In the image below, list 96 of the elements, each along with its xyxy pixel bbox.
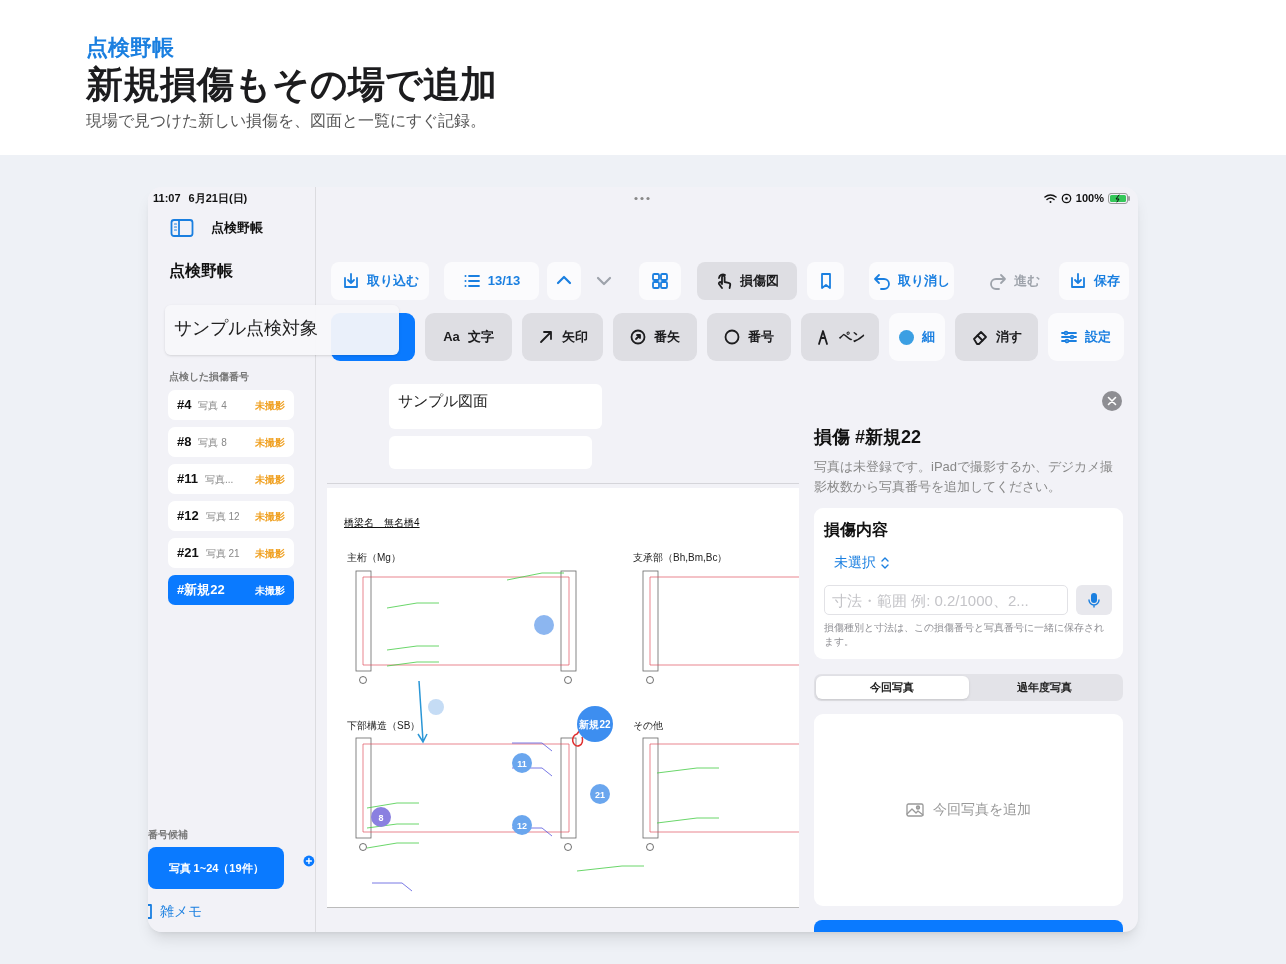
- undo-icon: [873, 272, 891, 290]
- app-title: 点検野帳: [211, 219, 263, 238]
- dimension-input-field[interactable]: 寸法・範囲 例: 0.2/1000、2...: [824, 585, 1068, 615]
- photo-label: 写真 21: [205, 546, 240, 561]
- bridge-name-label: 橋梁名 無名橋4: [344, 517, 420, 528]
- more-dots-icon[interactable]: [633, 195, 651, 201]
- photo-range-button[interactable]: 写真 1~24（19件）: [148, 847, 285, 889]
- section-label: 支承部（Bh,Bm,Bc）: [633, 552, 728, 563]
- sidebar-toggle-icon[interactable]: [170, 218, 194, 238]
- add-photo-button[interactable]: 今回写真を追加: [906, 799, 1031, 821]
- segment-tab[interactable]: 過年度写真: [968, 676, 1121, 699]
- damage-list-item[interactable]: #12 写真 12 未撮影: [168, 501, 294, 531]
- damage-list-item[interactable]: #21 写真 21 未撮影: [168, 538, 294, 568]
- number-marker[interactable]: 11: [512, 753, 532, 773]
- status-label: 未撮影: [255, 472, 285, 487]
- toolbar-button[interactable]: 取り消し: [869, 262, 954, 300]
- sheet-title-card[interactable]: サンプル図面: [389, 384, 602, 429]
- status-label: 未撮影: [255, 398, 285, 413]
- pen-icon: [815, 329, 831, 345]
- status-label: 未撮影: [255, 546, 285, 561]
- arrow-annotation: [417, 680, 428, 744]
- section-label: 下部構造（SB）: [347, 720, 421, 731]
- number-marker[interactable]: 新規22: [577, 706, 613, 742]
- close-button[interactable]: [1102, 391, 1122, 411]
- status-time: 11:07: [153, 190, 181, 206]
- number-marker[interactable]: 21: [590, 784, 610, 804]
- memo-link[interactable]: 雑メモ: [160, 901, 202, 922]
- toolbar-button[interactable]: 取り込む: [331, 262, 429, 300]
- status-date: 6月21日(日): [188, 190, 248, 206]
- damage-number: #21: [177, 544, 199, 563]
- page-subtitle: 現場で見つけた新しい損傷を、図面と一覧にすぐ記録。: [86, 111, 487, 131]
- sidebar-heading: 点検野帳: [168, 261, 234, 281]
- wifi-icon: [1043, 192, 1057, 204]
- help-text: 損傷種別と寸法は、この損傷番号と写真番号に一緒に保存されます。: [824, 621, 1105, 649]
- tool-button[interactable]: Aa 文字: [425, 313, 512, 361]
- microphone-button[interactable]: [1076, 585, 1112, 615]
- toolbar-button[interactable]: 損傷図: [697, 262, 797, 300]
- damage-type-picker[interactable]: 未選択: [834, 552, 890, 573]
- photo-label: 写真 4: [198, 398, 227, 413]
- tool-button[interactable]: 設定: [1048, 313, 1124, 361]
- close-icon: [1107, 396, 1117, 406]
- bookmark-button[interactable]: [807, 262, 844, 300]
- number-marker[interactable]: 8: [371, 807, 391, 827]
- photo-label: 写真 12: [205, 509, 240, 524]
- list-icon: [462, 272, 481, 290]
- photo-label: 写真...: [205, 472, 234, 487]
- detail-title: 損傷 #新規22: [814, 426, 923, 449]
- damage-number: #新規22: [177, 581, 225, 600]
- save-icon: [1068, 272, 1087, 290]
- circle-icon: [724, 329, 740, 345]
- app-name: 点検野帳: [86, 34, 175, 62]
- section-label: 主桁（Mg）: [347, 552, 401, 563]
- sliders-icon: [1061, 329, 1077, 345]
- tool-button[interactable]: 番号: [707, 313, 791, 361]
- damage-number: #11: [177, 470, 198, 489]
- card-title: 損傷内容: [824, 520, 889, 540]
- project-name-popup: サンプル点検対象: [165, 305, 399, 355]
- toolbar-button[interactable]: 保存: [1059, 262, 1129, 300]
- damage-number: #8: [177, 433, 192, 452]
- section-label: 点検した損傷番号: [168, 370, 250, 384]
- section-label: その他: [633, 720, 663, 731]
- up-down-chevron-icon: [880, 556, 890, 569]
- tool-button[interactable]: 細: [889, 313, 945, 361]
- photo-label: 写真 8: [198, 435, 227, 450]
- redo-icon: [988, 272, 1007, 290]
- battery-icon: [1108, 192, 1130, 204]
- status-label: 未撮影: [255, 583, 285, 598]
- page-title: 新規損傷もその場で追加: [86, 63, 498, 107]
- damage-list-item[interactable]: #4 写真 4 未撮影: [168, 390, 294, 420]
- battery-percent: 100%: [1075, 190, 1104, 206]
- detail-description: 写真は未登録です。iPadで撮影するか、デジカメ撮影枚数から写真番号を追加してください。: [814, 458, 1115, 496]
- damage-number: #12: [177, 507, 199, 526]
- tool-button[interactable]: 消す: [955, 313, 1038, 361]
- grid-button[interactable]: [639, 262, 681, 300]
- status-label: 未撮影: [255, 509, 285, 524]
- damage-number: #4: [177, 396, 192, 415]
- plus-icon[interactable]: [303, 855, 315, 867]
- damage-list-item[interactable]: #8 写真 8 未撮影: [168, 427, 294, 457]
- chevron-up-button[interactable]: [547, 262, 581, 300]
- grid-icon: [651, 272, 669, 290]
- tool-button[interactable]: 矢印: [522, 313, 603, 361]
- tool-button[interactable]: 番矢: [613, 313, 697, 361]
- section-label: 番号候補: [148, 828, 189, 842]
- tool-button[interactable]: ペン: [801, 313, 879, 361]
- damage-list-item[interactable]: #新規22 未撮影: [168, 575, 294, 605]
- number-marker[interactable]: 12: [512, 815, 532, 835]
- microphone-icon: [1087, 592, 1101, 608]
- toolbar-button[interactable]: 13/13: [444, 262, 539, 300]
- eraser-icon: [971, 329, 988, 345]
- damage-list-item[interactable]: #11 写真... 未撮影: [168, 464, 294, 494]
- status-label: 未撮影: [255, 435, 285, 450]
- import-icon: [341, 272, 360, 290]
- image-icon: [906, 802, 924, 817]
- arrow-icon: [537, 329, 554, 345]
- segment-tab[interactable]: 今回写真: [816, 676, 969, 699]
- lock-rotation-icon: [1060, 192, 1072, 204]
